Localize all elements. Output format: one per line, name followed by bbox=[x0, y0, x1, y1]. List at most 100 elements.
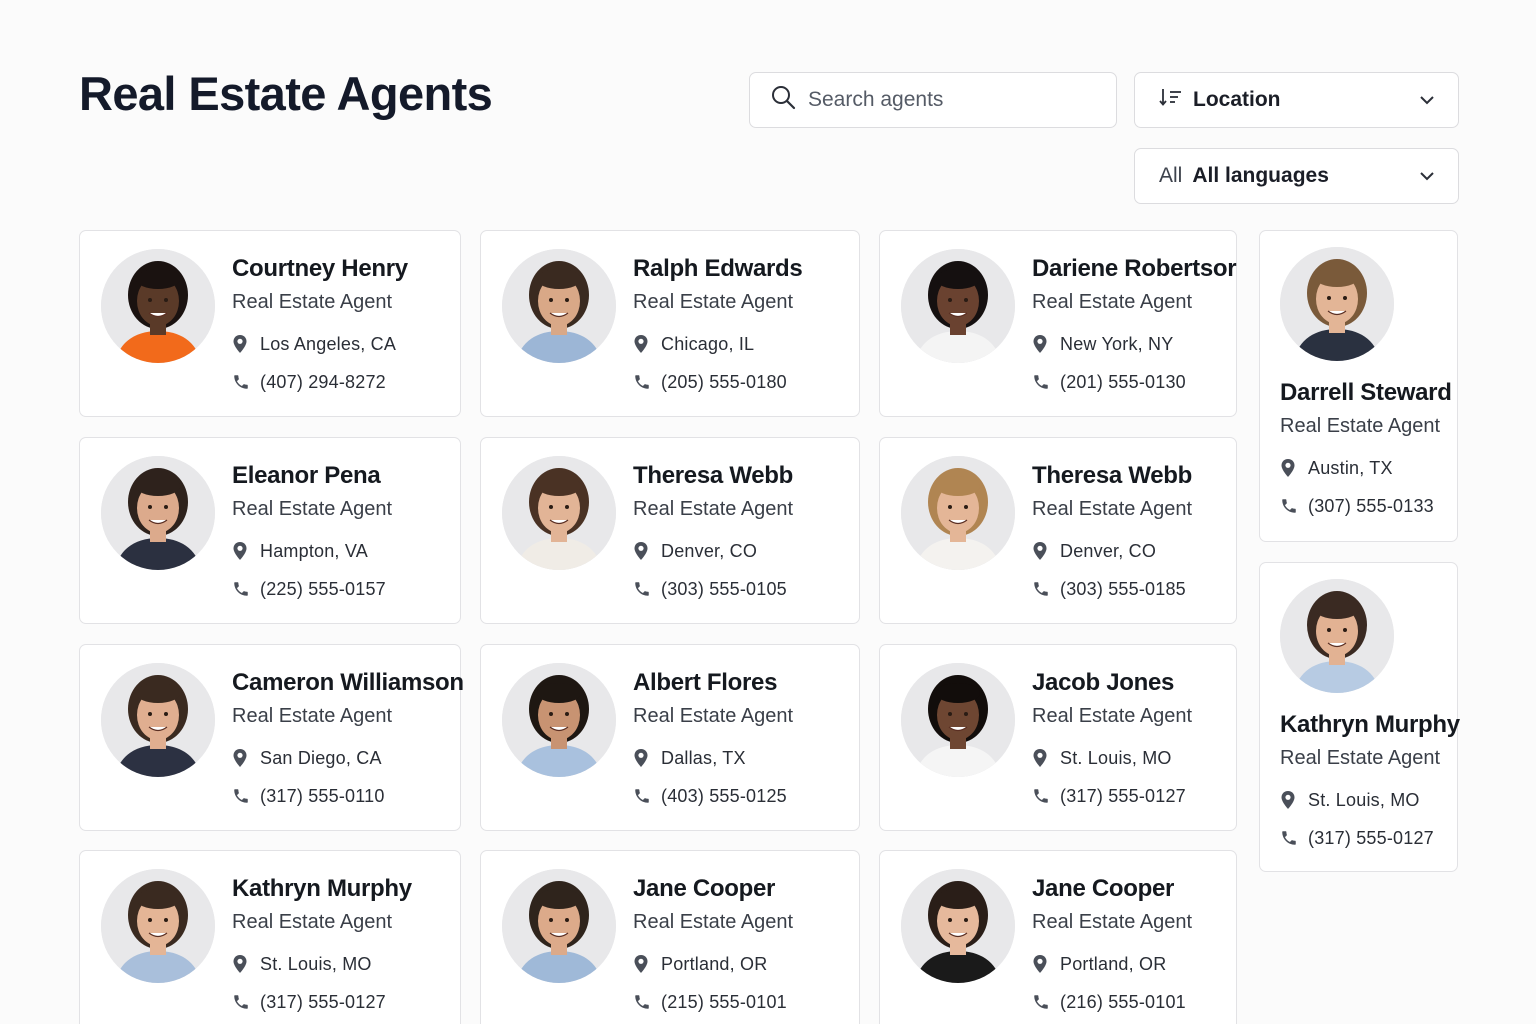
search-input[interactable]: Search agents bbox=[749, 72, 1117, 128]
avatar bbox=[901, 869, 1015, 983]
agent-phone[interactable]: (317) 555-0110 bbox=[260, 786, 385, 807]
agent-role: Real Estate Agent bbox=[1280, 415, 1441, 437]
location-pin-icon bbox=[232, 334, 254, 354]
chevron-down-icon bbox=[1418, 91, 1436, 115]
agent-card[interactable]: Ralph Edwards Real Estate Agent Chicago, I… bbox=[480, 230, 860, 417]
agent-card[interactable]: Cameron Williamson Real Estate Agent San D… bbox=[79, 644, 464, 831]
agent-role: Real Estate Agent bbox=[232, 911, 393, 933]
location-dropdown[interactable]: Location bbox=[1134, 72, 1459, 128]
agent-role: Real Estate Agent bbox=[633, 911, 794, 933]
avatar bbox=[101, 869, 215, 983]
agent-name: Jacob Jones bbox=[1032, 669, 1175, 696]
avatar bbox=[502, 663, 616, 777]
agent-name: Kathryn Murphy bbox=[232, 875, 412, 902]
phone-icon bbox=[1032, 993, 1054, 1011]
location-pin-icon bbox=[1032, 334, 1054, 354]
agent-phone[interactable]: (205) 555-0180 bbox=[661, 372, 787, 393]
location-pin-icon bbox=[633, 334, 655, 354]
agent-name: Jane Cooper bbox=[633, 875, 776, 902]
agent-role: Real Estate Agent bbox=[232, 705, 393, 727]
agent-phone[interactable]: (303) 555-0185 bbox=[1060, 579, 1186, 600]
agent-role: Real Estate Agent bbox=[633, 498, 794, 520]
agent-card[interactable]: Kathryn Murphy Real Estate Agent St. Louis… bbox=[1259, 562, 1460, 872]
agent-phone[interactable]: (215) 555-0101 bbox=[661, 992, 787, 1013]
agent-card[interactable]: Courtney Henry Real Estate Agent Los Angel… bbox=[79, 230, 461, 417]
agent-card[interactable]: Theresa Webb Real Estate Agent Denver, CO (… bbox=[879, 437, 1237, 624]
location-pin-icon bbox=[1032, 954, 1054, 974]
agent-name: Darrell Steward bbox=[1280, 379, 1452, 406]
agent-location: St. Louis, MO bbox=[1060, 747, 1172, 768]
location-pin-icon bbox=[633, 954, 655, 974]
search-placeholder: Search agents bbox=[808, 88, 944, 111]
phone-icon bbox=[232, 787, 254, 805]
location-pin-icon bbox=[1032, 541, 1054, 561]
agent-location: Denver, CO bbox=[661, 540, 758, 561]
agent-phone[interactable]: (317) 555-0127 bbox=[1308, 828, 1434, 849]
agent-role: Real Estate Agent bbox=[232, 291, 393, 313]
agent-location: Denver, CO bbox=[1060, 540, 1157, 561]
agent-phone[interactable]: (317) 555-0127 bbox=[1060, 786, 1186, 807]
agent-location: Hampton, VA bbox=[260, 540, 368, 561]
agent-role: Real Estate Agent bbox=[633, 705, 794, 727]
agent-card[interactable]: Dariene Robertsor Real Estate Agent New Yo… bbox=[879, 230, 1237, 417]
location-pin-icon bbox=[1280, 790, 1302, 810]
agent-name: Jane Cooper bbox=[1032, 875, 1175, 902]
search-icon bbox=[770, 84, 796, 116]
phone-icon bbox=[633, 580, 655, 598]
agent-name: Cameron Williamson bbox=[232, 669, 464, 696]
agent-role: Real Estate Agent bbox=[1032, 705, 1193, 727]
avatar bbox=[502, 249, 616, 363]
avatar bbox=[901, 456, 1015, 570]
avatar bbox=[101, 663, 215, 777]
location-pin-icon bbox=[1032, 748, 1054, 768]
avatar bbox=[901, 249, 1015, 363]
agent-phone[interactable]: (317) 555-0127 bbox=[260, 992, 386, 1013]
phone-icon bbox=[232, 373, 254, 391]
language-dropdown[interactable]: All All languages bbox=[1134, 148, 1459, 204]
phone-icon bbox=[633, 993, 655, 1011]
agent-location: San Diego, CA bbox=[260, 747, 382, 768]
phone-icon bbox=[1280, 497, 1302, 515]
agent-location: Chicago, IL bbox=[661, 333, 755, 354]
agent-card[interactable]: Kathryn Murphy Real Estate Agent St. Louis… bbox=[79, 850, 461, 1024]
agent-role: Real Estate Agent bbox=[633, 291, 794, 313]
agent-phone[interactable]: (216) 555-0101 bbox=[1060, 992, 1186, 1013]
location-pin-icon bbox=[1280, 458, 1302, 478]
agent-card[interactable]: Albert Flores Real Estate Agent Dallas, TX… bbox=[480, 644, 860, 831]
agent-phone[interactable]: (303) 555-0105 bbox=[661, 579, 787, 600]
agent-card[interactable]: Theresa Webb Real Estate Agent Denver, CO (… bbox=[480, 437, 860, 624]
agent-location: St. Louis, MO bbox=[1308, 789, 1420, 810]
location-pin-icon bbox=[633, 541, 655, 561]
agent-phone[interactable]: (403) 555-0125 bbox=[661, 786, 787, 807]
phone-icon bbox=[1032, 373, 1054, 391]
agent-card[interactable]: Darrell Steward Real Estate Agent Austin, … bbox=[1259, 230, 1458, 542]
agent-name: Ralph Edwards bbox=[633, 255, 803, 282]
agent-card[interactable]: Jacob Jones Real Estate Agent St. Louis, M… bbox=[879, 644, 1237, 831]
agent-card[interactable]: Jane Cooper Real Estate Agent Portland, OR… bbox=[879, 850, 1237, 1024]
agent-location: Dallas, TX bbox=[661, 747, 746, 768]
sort-icon bbox=[1159, 86, 1183, 114]
agent-role: Real Estate Agent bbox=[1032, 911, 1193, 933]
avatar bbox=[1280, 579, 1394, 693]
phone-icon bbox=[633, 787, 655, 805]
agent-phone[interactable]: (201) 555-0130 bbox=[1060, 372, 1186, 393]
location-pin-icon bbox=[232, 954, 254, 974]
agent-card[interactable]: Eleanor Pena Real Estate Agent Hampton, VA… bbox=[79, 437, 461, 624]
chevron-down-icon bbox=[1418, 167, 1436, 191]
agent-name: Dariene Robertsor bbox=[1032, 255, 1237, 282]
phone-icon bbox=[232, 993, 254, 1011]
agent-location: Los Angeles, CA bbox=[260, 333, 397, 354]
avatar bbox=[901, 663, 1015, 777]
agent-phone[interactable]: (407) 294-8272 bbox=[260, 372, 386, 393]
agent-phone[interactable]: (307) 555-0133 bbox=[1308, 496, 1434, 517]
phone-icon bbox=[232, 580, 254, 598]
agent-name: Theresa Webb bbox=[1032, 462, 1193, 489]
phone-icon bbox=[1280, 829, 1302, 847]
location-pin-icon bbox=[232, 748, 254, 768]
avatar bbox=[101, 456, 215, 570]
location-pin-icon bbox=[232, 541, 254, 561]
agent-phone[interactable]: (225) 555-0157 bbox=[260, 579, 386, 600]
agent-card[interactable]: Jane Cooper Real Estate Agent Portland, OR… bbox=[480, 850, 860, 1024]
avatar bbox=[101, 249, 215, 363]
phone-icon bbox=[1032, 580, 1054, 598]
